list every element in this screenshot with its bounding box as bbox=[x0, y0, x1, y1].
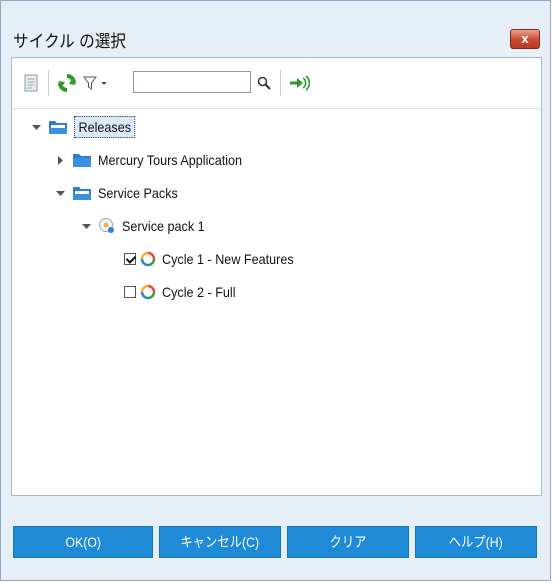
tree-label: Service pack 1 bbox=[122, 218, 205, 234]
tree-node-releases[interactable]: Releases bbox=[30, 114, 142, 140]
toolbar-separator bbox=[48, 70, 49, 96]
collapse-arrow-icon[interactable] bbox=[54, 187, 66, 199]
expand-arrow-icon[interactable] bbox=[54, 154, 66, 166]
go-to-icon[interactable] bbox=[287, 72, 311, 94]
ok-button-label: OK(O) bbox=[65, 534, 101, 550]
tree-panel: Releases Mercury Tours Application Servi… bbox=[11, 57, 542, 496]
search-input[interactable] bbox=[133, 71, 251, 93]
toolbar-separator bbox=[280, 70, 281, 96]
button-bar: OK(O) キャンセル(C) クリア ヘルプ(H) bbox=[13, 526, 537, 558]
folder-open-icon bbox=[72, 185, 92, 201]
help-button-label: ヘルプ(H) bbox=[448, 534, 504, 550]
folder-icon bbox=[72, 152, 92, 168]
tree-node-service-pack-1[interactable]: Service pack 1 bbox=[80, 213, 214, 239]
clear-button[interactable]: クリア bbox=[287, 526, 409, 558]
tree-node-cycle-1[interactable]: Cycle 1 - New Features bbox=[124, 246, 308, 272]
tree-node-mercury-tours[interactable]: Mercury Tours Application bbox=[54, 147, 258, 173]
refresh-icon[interactable] bbox=[56, 72, 78, 94]
folder-open-icon bbox=[48, 119, 68, 135]
cancel-button-label: キャンセル(C) bbox=[180, 534, 260, 550]
title-bar: サイクル の選択 x bbox=[1, 1, 550, 51]
tree-label: Service Packs bbox=[98, 185, 178, 201]
collapse-arrow-icon[interactable] bbox=[30, 121, 42, 133]
tree-label: Cycle 2 - Full bbox=[162, 284, 236, 300]
close-button[interactable]: x bbox=[510, 29, 540, 49]
toolbar bbox=[12, 58, 541, 109]
tree-label: Mercury Tours Application bbox=[98, 152, 243, 168]
cancel-button[interactable]: キャンセル(C) bbox=[159, 526, 281, 558]
details-icon[interactable] bbox=[22, 72, 40, 94]
cycle-icon bbox=[140, 284, 156, 300]
ok-button[interactable]: OK(O) bbox=[13, 526, 153, 558]
tree-node-service-packs[interactable]: Service Packs bbox=[54, 180, 187, 206]
tree-node-cycle-2[interactable]: Cycle 2 - Full bbox=[124, 279, 244, 305]
release-icon bbox=[98, 217, 116, 235]
search-icon[interactable] bbox=[254, 72, 274, 94]
collapse-arrow-icon[interactable] bbox=[80, 220, 92, 232]
cycle-2-checkbox[interactable] bbox=[124, 286, 136, 298]
dialog-title: サイクル の選択 bbox=[13, 32, 127, 51]
close-icon: x bbox=[521, 31, 529, 46]
cycle-select-dialog: サイクル の選択 x Releases Mercury Tours Applic… bbox=[0, 0, 551, 581]
cycle-1-checkbox[interactable] bbox=[124, 253, 136, 265]
tree-label: Cycle 1 - New Features bbox=[162, 251, 294, 267]
tree-label: Releases bbox=[74, 116, 136, 138]
filter-icon[interactable] bbox=[82, 72, 108, 94]
help-button[interactable]: ヘルプ(H) bbox=[415, 526, 537, 558]
clear-button-label: クリア bbox=[329, 534, 367, 550]
cycle-icon bbox=[140, 251, 156, 267]
